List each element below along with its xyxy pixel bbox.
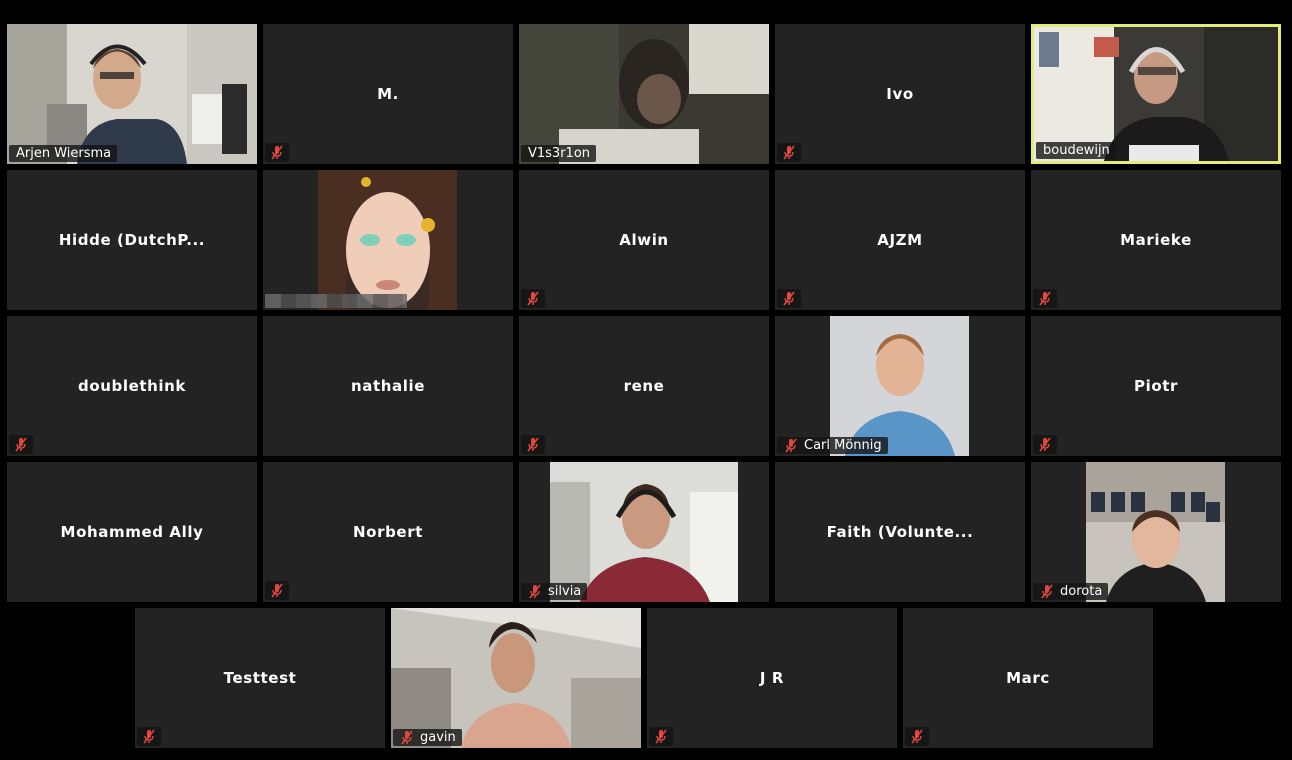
participant-name: M. <box>377 85 399 103</box>
muted-microphone-icon <box>137 727 161 746</box>
participant-tile-faith[interactable]: Faith (Volunte... <box>775 462 1025 602</box>
participant-tile-v1s3r1on[interactable]: V1s3r1on <box>519 24 769 164</box>
muted-microphone-icon <box>1033 289 1057 308</box>
participant-name: Marieke <box>1120 231 1192 249</box>
muted-microphone-icon <box>265 143 289 162</box>
muted-microphone-icon <box>905 727 929 746</box>
participant-tile-mohammed[interactable]: Mohammed Ally <box>7 462 257 602</box>
participant-tile-dorota[interactable]: dorota <box>1031 462 1281 602</box>
participant-name: Testtest <box>223 669 297 687</box>
video-feed <box>1086 462 1225 602</box>
participant-name-label: dorota <box>1033 583 1109 600</box>
participant-name: Norbert <box>353 523 423 541</box>
participant-tile-alwin[interactable]: Alwin <box>519 170 769 310</box>
muted-microphone-icon <box>1040 584 1054 599</box>
video-feed <box>318 170 457 310</box>
participant-name: Faith (Volunte... <box>826 523 974 541</box>
participant-name: doublethink <box>77 377 187 395</box>
participant-tile-nathalie[interactable]: nathalie <box>263 316 513 456</box>
participant-name: Piotr <box>1133 377 1178 395</box>
participant-name: Ivo <box>886 85 914 103</box>
participant-name: AJZM <box>877 231 923 249</box>
participant-tile-marc[interactable]: Marc <box>903 608 1153 748</box>
participant-name: J R <box>759 669 785 687</box>
participant-tile-ajzm[interactable]: AJZM <box>775 170 1025 310</box>
participant-tile-carl[interactable]: Carl Mönnig <box>775 316 1025 456</box>
video-feed <box>830 316 969 456</box>
participant-name: Alwin <box>619 231 669 249</box>
participant-name: rene <box>623 377 665 395</box>
participant-tile-arjen[interactable]: Arjen Wiersma <box>7 24 257 164</box>
video-feed <box>550 462 738 602</box>
muted-microphone-icon <box>649 727 673 746</box>
participant-name: nathalie <box>350 377 426 395</box>
participant-name: Mohammed Ally <box>60 523 204 541</box>
participant-tile-doublethink[interactable]: doublethink <box>7 316 257 456</box>
participant-tile-gavin[interactable]: gavin <box>391 608 641 748</box>
participant-tile-m[interactable]: M. <box>263 24 513 164</box>
video-feed <box>7 24 257 164</box>
participant-name-label: silvia <box>521 583 588 600</box>
participant-tile-avatar[interactable] <box>263 170 513 310</box>
participant-tile-testtest[interactable]: Testtest <box>135 608 385 748</box>
participant-tile-rene[interactable]: rene <box>519 316 769 456</box>
participant-tile-ivo[interactable]: Ivo <box>775 24 1025 164</box>
participant-name-label: Arjen Wiersma <box>9 145 118 162</box>
participant-tile-marieke[interactable]: Marieke <box>1031 170 1281 310</box>
participant-name-label: gavin <box>393 729 462 746</box>
obscured-name-label <box>265 294 407 308</box>
participant-tile-norbert[interactable]: Norbert <box>263 462 513 602</box>
participant-tile-hidde[interactable]: Hidde (DutchP... <box>7 170 257 310</box>
participant-tile-piotr[interactable]: Piotr <box>1031 316 1281 456</box>
muted-microphone-icon <box>521 435 545 454</box>
participant-tile-jr[interactable]: J R <box>647 608 897 748</box>
participant-tile-silvia[interactable]: silvia <box>519 462 769 602</box>
video-feed <box>519 24 769 164</box>
muted-microphone-icon <box>777 289 801 308</box>
muted-microphone-icon <box>784 438 798 453</box>
video-feed <box>1034 27 1278 161</box>
participant-name-label: V1s3r1on <box>521 145 597 162</box>
muted-microphone-icon <box>777 143 801 162</box>
muted-microphone-icon <box>521 289 545 308</box>
participant-name-label: Carl Mönnig <box>777 437 888 454</box>
muted-microphone-icon <box>528 584 542 599</box>
participant-tile-boudewijn[interactable]: boudewijn <box>1031 24 1281 164</box>
participant-name: Marc <box>1006 669 1050 687</box>
muted-microphone-icon <box>265 581 289 600</box>
muted-microphone-icon <box>9 435 33 454</box>
video-feed <box>391 608 641 748</box>
muted-microphone-icon <box>1033 435 1057 454</box>
muted-microphone-icon <box>400 730 414 745</box>
participant-name-label: boudewijn <box>1036 142 1116 159</box>
participant-name: Hidde (DutchP... <box>58 231 206 249</box>
